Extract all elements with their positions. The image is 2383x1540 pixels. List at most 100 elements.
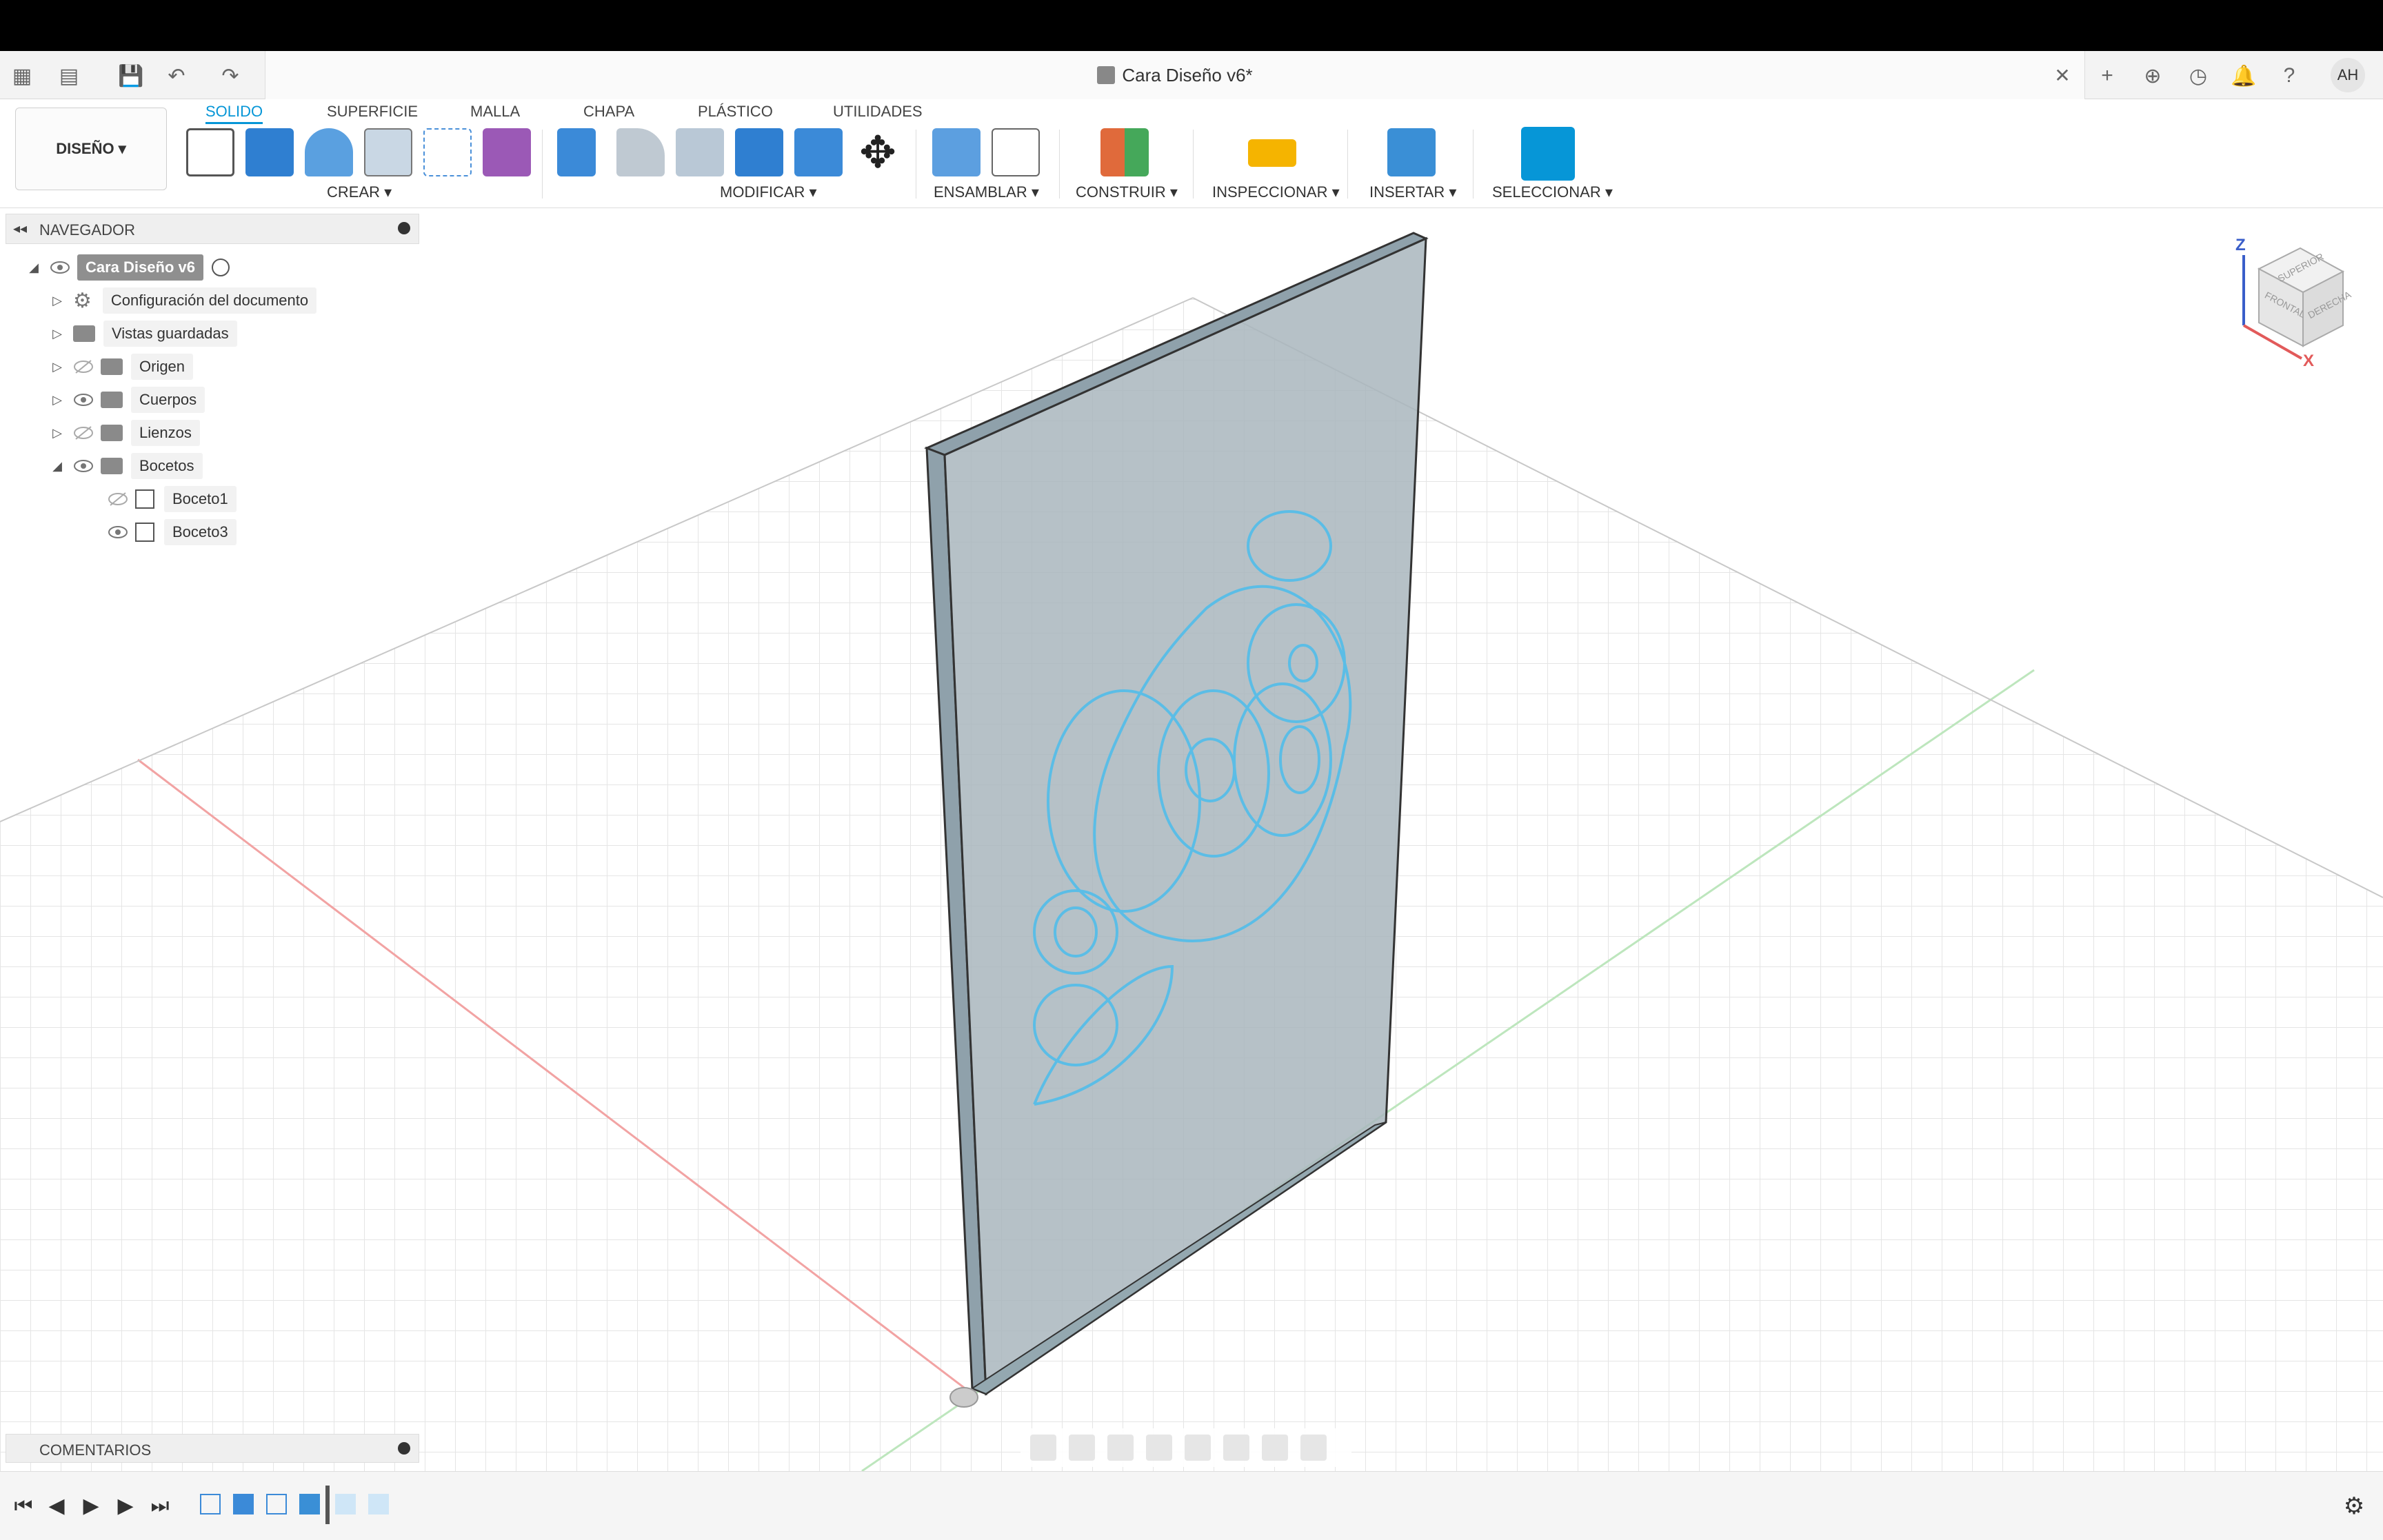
step-back-icon[interactable]: ◀ bbox=[44, 1494, 69, 1519]
hole-icon[interactable] bbox=[364, 128, 412, 176]
panel-pin-icon[interactable] bbox=[398, 222, 410, 234]
tree-item[interactable]: ◢ Bocetos bbox=[51, 452, 203, 480]
timeline-marker[interactable] bbox=[325, 1486, 330, 1524]
display-settings-icon[interactable] bbox=[1223, 1435, 1249, 1461]
zoom-icon[interactable] bbox=[1146, 1435, 1172, 1461]
add-comment-icon[interactable] bbox=[398, 1442, 410, 1455]
revolve-icon[interactable] bbox=[305, 128, 353, 176]
job-status-icon[interactable]: ◷ bbox=[2184, 62, 2212, 90]
folder-icon bbox=[101, 458, 123, 474]
insert-image-icon[interactable] bbox=[1387, 128, 1436, 176]
expand-triangle-icon[interactable]: ▷ bbox=[51, 393, 63, 407]
save-icon[interactable]: 💾 bbox=[117, 62, 145, 90]
new-component-icon[interactable] bbox=[932, 128, 981, 176]
eye-hidden-icon[interactable] bbox=[73, 359, 94, 374]
orbit-icon[interactable] bbox=[1030, 1435, 1056, 1461]
help-icon[interactable]: ? bbox=[2275, 62, 2303, 90]
timeline-canvas-feature-icon[interactable] bbox=[299, 1494, 320, 1514]
offset-plane-icon[interactable] bbox=[1100, 128, 1149, 176]
step-forward-icon[interactable]: ▶ bbox=[113, 1494, 138, 1519]
eye-icon[interactable] bbox=[108, 525, 128, 540]
eye-icon[interactable] bbox=[73, 392, 94, 407]
tree-item[interactable]: ▷ ⚙ Configuración del documento bbox=[51, 287, 317, 314]
tree-item[interactable]: Boceto3 bbox=[108, 518, 237, 546]
new-tab-icon[interactable]: + bbox=[2093, 62, 2121, 90]
measure-icon[interactable] bbox=[1248, 139, 1296, 167]
tree-item-label: Vistas guardadas bbox=[103, 321, 237, 347]
chamfer-icon[interactable] bbox=[676, 128, 724, 176]
move-icon[interactable]: ✥ bbox=[854, 128, 902, 176]
expand-triangle-icon[interactable]: ▷ bbox=[51, 360, 63, 374]
file-icon[interactable]: ▤ bbox=[55, 62, 83, 90]
pattern-icon[interactable] bbox=[423, 128, 472, 176]
select-icon[interactable] bbox=[1521, 127, 1575, 181]
shell-icon[interactable] bbox=[735, 128, 783, 176]
eye-hidden-icon[interactable] bbox=[108, 492, 128, 507]
fit-icon[interactable] bbox=[1185, 1435, 1211, 1461]
activate-radio-icon[interactable] bbox=[211, 259, 230, 276]
tab-chapa[interactable]: CHAPA bbox=[583, 99, 634, 124]
timeline-canvas-feature-icon[interactable] bbox=[335, 1494, 356, 1514]
look-at-icon[interactable] bbox=[1069, 1435, 1095, 1461]
play-icon[interactable]: ▶ bbox=[79, 1494, 103, 1519]
expand-triangle-icon[interactable]: ▷ bbox=[51, 327, 63, 341]
tree-item[interactable]: ▷ Origen bbox=[51, 353, 194, 381]
close-tab-icon[interactable]: ✕ bbox=[2049, 61, 2076, 89]
scene-canvas[interactable] bbox=[0, 208, 2383, 1472]
workspace-selector[interactable]: DISEÑO ▾ bbox=[15, 108, 167, 190]
tree-item[interactable]: Boceto1 bbox=[108, 485, 237, 513]
tab-superficie[interactable]: SUPERFICIE bbox=[327, 99, 418, 124]
extrude-icon[interactable] bbox=[245, 128, 294, 176]
go-to-start-icon[interactable]: ⏮ bbox=[11, 1494, 36, 1519]
joint-icon[interactable] bbox=[992, 128, 1040, 176]
group-construir[interactable]: CONSTRUIR ▾ bbox=[1076, 183, 1178, 201]
notifications-icon[interactable]: 🔔 bbox=[2230, 62, 2258, 90]
tab-malla[interactable]: MALLA bbox=[470, 99, 520, 124]
document-tab[interactable]: Cara Diseño v6* ✕ bbox=[265, 51, 2085, 99]
redo-icon[interactable]: ↷ bbox=[217, 62, 244, 90]
tree-root[interactable]: ◢ Cara Diseño v6 bbox=[28, 254, 230, 281]
tree-item[interactable]: ▷ Lienzos bbox=[51, 419, 200, 447]
tab-utilidades[interactable]: UTILIDADES bbox=[833, 99, 923, 124]
folder-icon bbox=[73, 325, 95, 342]
collapse-panel-icon[interactable]: ◂◂ bbox=[13, 220, 27, 237]
eye-icon[interactable] bbox=[50, 260, 70, 275]
tab-plastico[interactable]: PLÁSTICO bbox=[698, 99, 773, 124]
create-sketch-icon[interactable] bbox=[186, 128, 234, 176]
group-modificar[interactable]: MODIFICAR ▾ bbox=[720, 183, 817, 201]
fillet-icon[interactable] bbox=[616, 128, 665, 176]
eye-hidden-icon[interactable] bbox=[73, 425, 94, 440]
collapse-triangle-icon[interactable]: ◢ bbox=[28, 261, 40, 275]
tree-item[interactable]: ▷ Cuerpos bbox=[51, 386, 205, 414]
expand-triangle-icon[interactable]: ▷ bbox=[51, 294, 63, 308]
combine-icon[interactable] bbox=[794, 128, 843, 176]
origin-marker[interactable] bbox=[949, 1387, 978, 1408]
group-ensamblar[interactable]: ENSAMBLAR ▾ bbox=[934, 183, 1039, 201]
group-insertar[interactable]: INSERTAR ▾ bbox=[1369, 183, 1456, 201]
timeline-extrude-feature-icon[interactable] bbox=[233, 1494, 254, 1514]
timeline-canvas-feature-icon[interactable] bbox=[368, 1494, 389, 1514]
collapse-triangle-icon[interactable]: ◢ bbox=[51, 459, 63, 474]
expand-triangle-icon[interactable]: ▷ bbox=[51, 426, 63, 440]
group-seleccionar[interactable]: SELECCIONAR ▾ bbox=[1492, 183, 1613, 201]
extensions-icon[interactable]: ⊕ bbox=[2139, 62, 2166, 90]
tab-solido[interactable]: SOLIDO bbox=[205, 99, 263, 124]
comments-title: COMENTARIOS bbox=[39, 1441, 152, 1459]
grid-settings-icon[interactable] bbox=[1262, 1435, 1288, 1461]
press-pull-icon[interactable] bbox=[557, 128, 596, 176]
group-crear[interactable]: CREAR ▾ bbox=[327, 183, 392, 201]
timeline-sketch-feature-icon[interactable] bbox=[200, 1494, 221, 1514]
undo-icon[interactable]: ↶ bbox=[163, 62, 190, 90]
eye-icon[interactable] bbox=[73, 458, 94, 474]
form-icon[interactable] bbox=[483, 128, 531, 176]
go-to-end-icon[interactable]: ⏭ bbox=[148, 1494, 172, 1519]
3d-viewport[interactable]: Z X SUPERIOR FRONTAL DERECHA bbox=[0, 208, 2383, 1472]
user-avatar[interactable]: AH bbox=[2331, 58, 2365, 92]
timeline-settings-icon[interactable]: ⚙ bbox=[2342, 1494, 2366, 1519]
tree-item[interactable]: ▷ Vistas guardadas bbox=[51, 320, 237, 347]
group-inspeccionar[interactable]: INSPECCIONAR ▾ bbox=[1212, 183, 1340, 201]
viewports-icon[interactable] bbox=[1300, 1435, 1327, 1461]
apps-grid-icon[interactable]: ▦ bbox=[8, 62, 36, 90]
timeline-sketch-feature-icon[interactable] bbox=[266, 1494, 287, 1514]
pan-icon[interactable] bbox=[1107, 1435, 1134, 1461]
